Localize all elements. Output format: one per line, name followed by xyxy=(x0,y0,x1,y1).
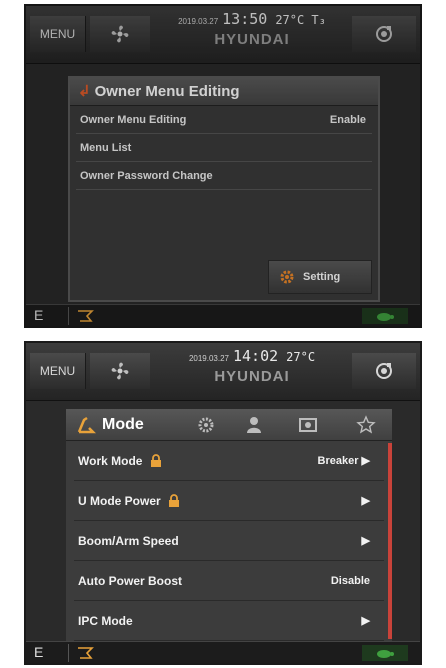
lock-icon xyxy=(150,454,161,467)
setting-label: Setting xyxy=(303,271,341,283)
mode-panel: Mode Work Mode Breaker ▶ U Mode Power ▶ … xyxy=(66,409,392,641)
row-boom-arm-speed[interactable]: Boom/Arm Speed ▶ xyxy=(74,521,384,561)
tab-mode-label: Mode xyxy=(102,416,144,433)
fan-button[interactable] xyxy=(90,16,150,52)
row-label: U Mode Power xyxy=(78,494,161,508)
row-owner-menu-editing[interactable]: Owner Menu Editing Enable xyxy=(76,106,372,134)
camera-button[interactable] xyxy=(352,353,416,389)
temperature-readout: 27°C T₃ xyxy=(275,13,326,27)
fan-icon xyxy=(111,362,129,380)
turtle-indicator xyxy=(362,308,408,324)
row-label: Owner Password Change xyxy=(80,170,213,182)
row-ipc-mode[interactable]: IPC Mode ▶ xyxy=(74,601,384,641)
row-label: Work Mode xyxy=(78,454,143,468)
display-icon xyxy=(299,418,317,432)
lock-icon xyxy=(169,494,180,507)
tab-engine[interactable] xyxy=(194,413,218,437)
bucket-icon xyxy=(78,647,94,659)
tab-mode[interactable]: Mode xyxy=(76,412,144,438)
mode-letter: E xyxy=(34,644,44,660)
tab-display[interactable] xyxy=(296,413,320,437)
camera-button[interactable] xyxy=(352,16,416,52)
row-value: ▶ xyxy=(361,615,370,627)
return-arrow-icon[interactable]: ↲ xyxy=(78,83,91,100)
row-label: Auto Power Boost xyxy=(78,574,182,588)
setting-button[interactable]: Setting xyxy=(268,260,372,294)
row-label: Boom/Arm Speed xyxy=(78,534,179,548)
turtle-icon xyxy=(377,650,394,658)
gear-gauge-icon xyxy=(198,417,214,433)
tab-favorites[interactable] xyxy=(354,413,378,437)
row-label: Menu List xyxy=(80,142,132,154)
divider xyxy=(68,644,69,662)
clock-readout: 13:50 xyxy=(222,10,268,28)
row-label: IPC Mode xyxy=(78,614,133,628)
row-value: Disable xyxy=(330,575,370,587)
clock-readout: 14:02 xyxy=(232,347,279,365)
fan-button[interactable] xyxy=(90,353,150,389)
mode-letter: E xyxy=(34,307,44,323)
bottom-bar: E xyxy=(26,304,420,326)
row-u-mode-power[interactable]: U Mode Power ▶ xyxy=(74,481,384,521)
camera-icon xyxy=(376,26,392,42)
turtle-indicator xyxy=(362,645,408,661)
temperature-readout: 27°C xyxy=(286,350,316,364)
mode-icon xyxy=(77,416,96,434)
top-bar: MENU 2019.03.27 13:50 27°C T₃ HYUNDAI xyxy=(26,6,420,64)
gear-icon xyxy=(280,270,294,284)
row-owner-password-change[interactable]: Owner Password Change xyxy=(76,162,372,190)
row-value: ▶ xyxy=(361,495,370,507)
divider xyxy=(68,307,69,325)
row-value: ▶ xyxy=(361,535,370,547)
row-label: Owner Menu Editing xyxy=(80,114,187,126)
status-center: 2019.03.27 14:02 27°C HYUNDAI xyxy=(154,347,350,395)
bottom-bar: E xyxy=(26,641,420,663)
date-readout: 2019.03.27 xyxy=(188,354,229,363)
dialog-title: ↲ Owner Menu Editing xyxy=(70,78,378,106)
brand-logo: HYUNDAI xyxy=(214,31,290,48)
row-menu-list[interactable]: Menu List xyxy=(76,134,372,162)
brand-logo: HYUNDAI xyxy=(214,368,290,385)
top-bar: MENU 2019.03.27 14:02 27°C HYUNDAI xyxy=(26,343,420,401)
fan-icon xyxy=(111,25,129,43)
dialog-title-text: Owner Menu Editing xyxy=(94,83,240,100)
user-icon xyxy=(247,417,261,433)
scrollbar[interactable] xyxy=(388,443,392,639)
row-auto-power-boost[interactable]: Auto Power Boost Disable xyxy=(74,561,384,601)
date-readout: 2019.03.27 xyxy=(178,17,219,26)
tab-user[interactable] xyxy=(242,413,266,437)
mode-screen: MENU 2019.03.27 14:02 27°C HYUNDAI Mode … xyxy=(24,341,422,665)
owner-menu-screen: MENU 2019.03.27 13:50 27°C T₃ HYUNDAI ↲ Own… xyxy=(24,4,422,328)
turtle-icon xyxy=(377,313,394,321)
bucket-icon xyxy=(78,310,94,322)
camera-icon xyxy=(376,363,392,379)
row-value: Breaker ▶ xyxy=(317,455,371,467)
star-icon xyxy=(356,415,376,434)
row-value: Enable xyxy=(329,114,366,126)
owner-menu-dialog: ↲ Owner Menu Editing Owner Menu Editing E… xyxy=(68,76,380,302)
row-work-mode[interactable]: Work Mode Breaker ▶ xyxy=(74,441,384,481)
menu-tab-bar: Mode xyxy=(66,409,392,441)
status-center: 2019.03.27 13:50 27°C T₃ HYUNDAI xyxy=(154,10,350,58)
menu-button[interactable]: MENU xyxy=(30,16,86,52)
menu-button[interactable]: MENU xyxy=(30,353,86,389)
